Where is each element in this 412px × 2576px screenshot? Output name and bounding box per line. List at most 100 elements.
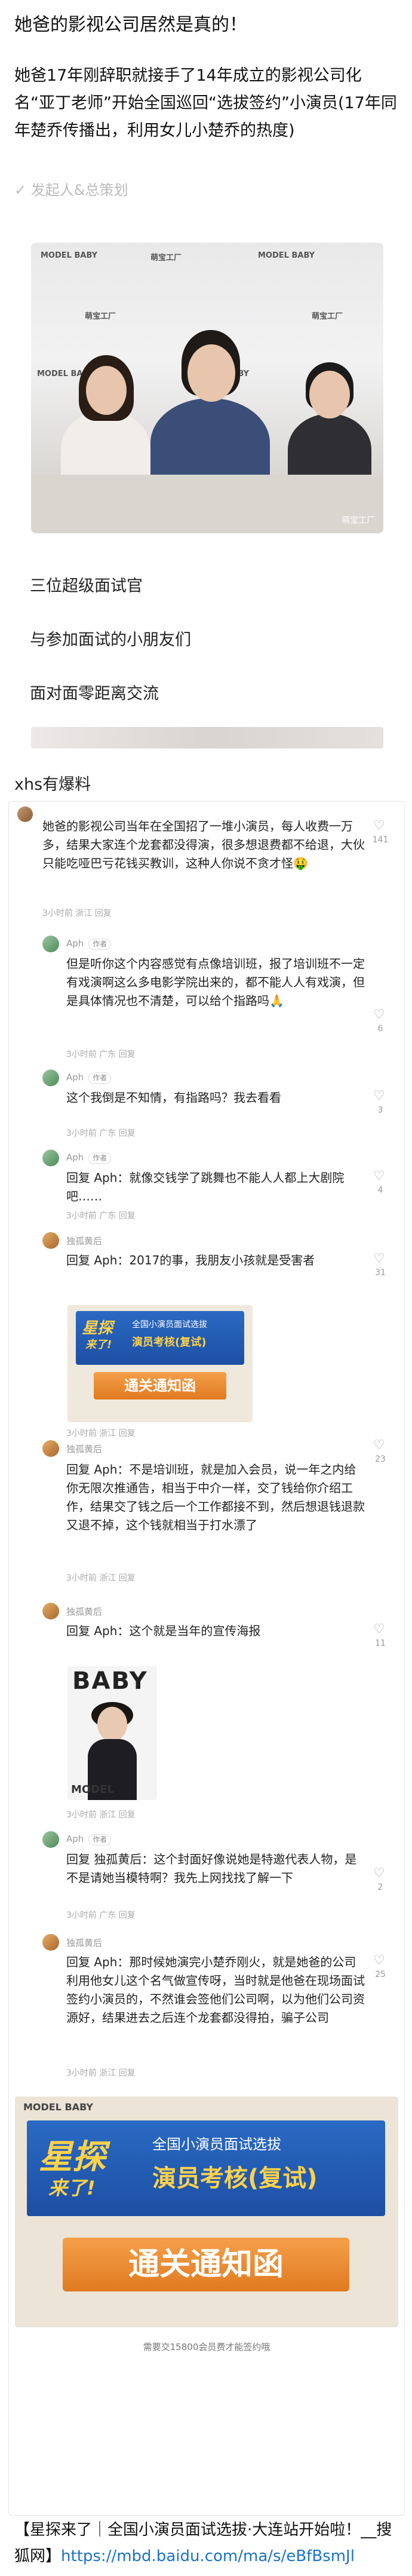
like-count: 141 [372,835,389,845]
comment-meta: 3小时前 浙江 回复 [42,909,112,918]
comment-text: 回复 Aph：那时候她演完小楚乔刚火，就是她爸的公司利用他女儿这个名气做宣传呀，… [66,1955,365,2025]
commenter-name[interactable]: Aph 作者 [66,1834,112,1845]
notice-line1: 全国小演员面试选拔 [132,1320,207,1330]
user-avatar[interactable] [42,1232,59,1249]
comment-item: 她爸的影视公司当年在全国招了一堆小演员，每人收费一万多，结果大家连个龙套都没得演… [9,802,404,921]
like-count: 11 [375,1639,386,1648]
screenshot-page: 她爸的影视公司居然是真的！ 她爸17年刚辞职就接手了14年成立的影视公司化名“亚… [0,0,412,2576]
commenter-name[interactable]: 独孤黄后 [66,1605,102,1618]
comment-text: 回复 Aph：2017的事，我朋友小孩就是受害者 [66,1253,315,1267]
user-avatar[interactable] [42,936,59,952]
backdrop-logo: MODEL BABY [41,251,98,260]
commenter-name-text: Aph [66,1834,84,1844]
like-count: 4 [377,1185,383,1195]
commenter-name-text: Aph [66,1152,84,1163]
comment-text: 回复 Aph：这个就是当年的宣传海报 [66,1624,261,1638]
user-avatar[interactable] [42,1150,59,1166]
like-heart-icon[interactable]: ♡ [373,1251,385,1266]
footer-reference: 【星探来了｜全国小演员面试选拔·大连站开始啦！__搜狐网】https://mbd… [14,2517,401,2569]
like-heart-icon[interactable]: ♡ [373,1866,385,1881]
faded-caption: ✓ 发起人&总策划 [14,182,128,198]
like-heart-icon[interactable]: ♡ [373,1169,385,1184]
commenter-name[interactable]: 独孤黄后 [66,1234,102,1247]
comment-item: Aph 作者 但是听你这个内容感觉有点像培训班，报了培训班不一定有戏演啊这么多电影… [9,933,404,1059]
person-face [309,371,350,418]
notice-come-text: 来了! [85,1339,112,1351]
commenter-name[interactable]: 独孤黄后 [66,1936,102,1949]
like-heart-icon[interactable]: ♡ [373,1622,385,1637]
reference-link[interactable]: https://mbd.baidu.com/ma/s/eBfBsmJl [61,2547,355,2565]
poster-face [97,1707,127,1741]
comment-meta: 3小时前 浙江 回复 [66,1429,136,1438]
like-heart-icon[interactable]: ♡ [373,1438,385,1453]
notice-line1: 全国小演员面试选拔 [152,2136,281,2153]
commenter-name[interactable]: Aph 作者 [66,1152,112,1164]
comment-text: 回复 Aph：就像交钱学了跳舞也不能人人都上大剧院吧…… [66,1171,345,1203]
section-label: xhs有爆料 [14,775,91,794]
comment-meta: 3小时前 浙江 回复 [66,1573,136,1583]
like-count: 23 [375,1454,386,1464]
like-count: 3 [377,1105,383,1115]
person-face [86,366,127,415]
user-avatar[interactable] [42,1440,59,1457]
user-avatar[interactable] [42,1603,59,1619]
comment-item: 独孤黄后 回复 Aph：2017的事，我朋友小孩就是受害者 ♡ 31 [9,1230,404,1301]
comment-item: Aph 作者 回复 Aph：就像交钱学了跳舞也不能人人都上大剧院吧…… 3小时前 … [9,1147,404,1225]
like-count: 31 [375,1268,386,1278]
notice-brand: MODEL BABY [23,2101,93,2113]
post-title: 她爸的影视公司居然是真的！ [14,14,247,35]
comment-meta: 3小时前 广东 回复 [66,1050,136,1059]
comment-item: Aph 作者 回复 独孤黄后：这个封面好像说她是特邀代表人物，是不是请她当模特啊？… [9,1829,404,1924]
person-face [187,344,235,402]
user-avatar[interactable] [17,806,33,822]
commenter-name[interactable]: Aph 作者 [66,1072,112,1084]
desk [31,475,383,533]
like-heart-icon[interactable]: ♡ [373,1089,385,1104]
backdrop-logo: 萌宝工厂 [85,312,116,321]
comment-text: 这个我倒是不知情，有指路吗？我去看看 [66,1090,281,1105]
notice-come-text: 来了! [48,2177,96,2199]
backdrop-logo: MODEL BABY [258,251,315,260]
commenter-name-text: Aph [66,938,84,949]
comment-meta: 3小时前 浙江 回复 [66,1810,136,1820]
backdrop-logo: 萌宝工厂 [150,253,182,262]
poster-title: BABY [72,1667,148,1695]
comments-screenshot: 她爸的影视公司当年在全国招了一堆小演员，每人收费一万多，结果大家连个龙套都没得演… [8,801,405,2516]
notice-letter-image[interactable]: 星探 来了! 全国小演员面试选拔 演员考核(复试) 通关通知函 [67,1305,253,1422]
like-count: 6 [377,1024,383,1034]
like-heart-icon[interactable]: ♡ [373,1953,385,1968]
notice-star-text: 星探 [39,2138,106,2177]
like-heart-icon[interactable]: ♡ [373,1007,385,1022]
comment-text: 回复 Aph：不是培训班，就是加入会员，说一年之内给你无限次推通告，相当于中介一… [66,1462,365,1532]
author-tag: 作者 [88,1834,112,1845]
promo-poster-image[interactable]: BABY MODEL [67,1666,157,1800]
cropped-photo-strip [31,727,383,748]
notice-line2: 演员考核(复试) [132,1336,207,1349]
commenter-name[interactable]: Aph 作者 [66,938,112,950]
comment-item: Aph 作者 这个我倒是不知情，有指路吗？我去看看 3小时前 广东 回复 ♡ 3 [9,1067,404,1139]
comment-text: 回复 独孤黄后：这个封面好像说她是特邀代表人物，是不是请她当模特啊？我先上网找找… [66,1852,357,1885]
comment-item: 独孤黄后 回复 Aph：这个就是当年的宣传海报 ♡ 11 [9,1600,404,1660]
caption-interviewers: 三位超级面试官 [30,577,143,595]
interviewers-photo[interactable]: MODEL BABY 萌宝工厂 MODEL BABY 萌宝工厂 萌宝工厂 MOD… [31,243,383,533]
notice-star-text: 星探 [82,1319,113,1337]
image-caption: 需要交15800会员费才能签约哦 [143,2342,270,2352]
notice-line2: 演员考核(复试) [152,2165,318,2192]
notice-banner: 通关通知函 [94,1372,226,1399]
commenter-name[interactable]: 独孤黄后 [66,1443,102,1455]
comment-text: 她爸的影视公司当年在全国招了一堆小演员，每人收费一万多，结果大家连个龙套都没得演… [42,819,365,870]
backdrop-logo: 萌宝工厂 [312,312,343,321]
comment-meta: 3小时前 广东 回复 [66,1211,136,1221]
notice-letter-large-image[interactable]: MODEL BABY 星探 来了! 全国小演员面试选拔 演员考核(复试) 通关通… [15,2097,398,2327]
user-avatar[interactable] [42,1069,59,1086]
like-heart-icon[interactable]: ♡ [373,818,385,833]
post-body: 她爸17年刚辞职就接手了14年成立的影视公司化名“亚丁老师”开始全国巡回“选拔签… [14,66,397,140]
caption-exchange: 面对面零距离交流 [30,685,159,703]
notice-banner: 通关通知函 [63,2238,349,2291]
user-avatar[interactable] [42,1831,59,1848]
caption-kids: 与参加面试的小朋友们 [30,631,191,649]
comment-text: 但是听你这个内容感觉有点像培训班，报了培训班不一定有戏演啊这么多电影学院出来的，… [66,957,365,1008]
user-avatar[interactable] [42,1934,59,1951]
author-tag: 作者 [88,1072,112,1084]
like-count: 25 [375,1970,386,1979]
